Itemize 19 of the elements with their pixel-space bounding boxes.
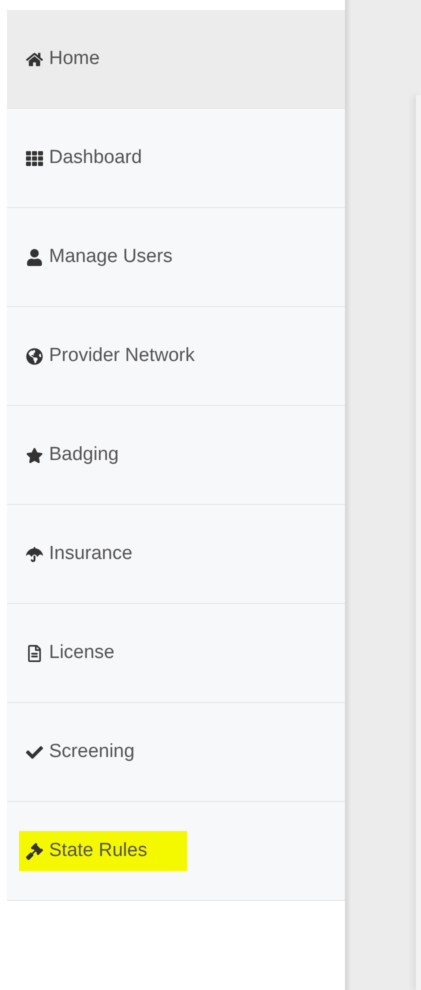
globe-icon: [26, 348, 43, 364]
checkmark-icon: [26, 744, 43, 760]
document-icon: [26, 644, 43, 662]
star-icon: [26, 446, 43, 464]
sidebar-item[interactable]: Home: [7, 10, 345, 109]
house-icon: [26, 50, 43, 68]
text-highlight: State Rules: [19, 830, 188, 872]
sidebar-item[interactable]: Dashboard: [7, 109, 345, 208]
sidebar-item[interactable]: State Rules: [7, 802, 345, 901]
sidebar-item[interactable]: Manage Users: [7, 208, 345, 307]
sidebar-item[interactable]: Insurance: [7, 505, 345, 604]
sidebar-item[interactable]: Screening: [7, 703, 345, 802]
umbrella-icon: [26, 546, 43, 562]
sidebar-item[interactable]: Provider Network: [7, 307, 345, 406]
gavel-icon: [26, 842, 43, 860]
grid-icon: [26, 150, 43, 166]
sidebar-item[interactable]: License: [7, 604, 345, 703]
sidebar-item[interactable]: Badging: [7, 406, 345, 505]
user-icon: [26, 248, 43, 266]
